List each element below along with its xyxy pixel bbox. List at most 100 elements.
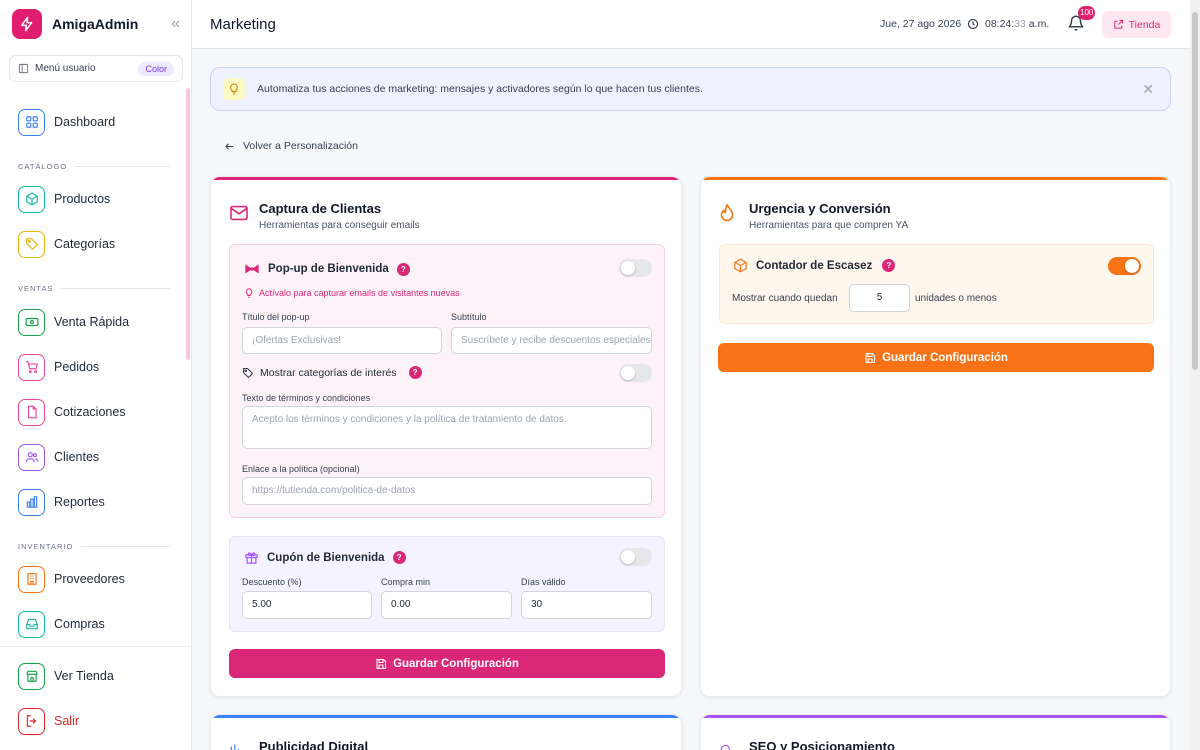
brand: AmigaAdmin « bbox=[12, 8, 180, 40]
days-valid-label: Días válido bbox=[521, 577, 566, 587]
sidebar-item-orders[interactable]: Pedidos bbox=[18, 353, 178, 381]
sidebar-item-reports[interactable]: Reportes bbox=[18, 488, 178, 516]
coupon-toggle[interactable] bbox=[619, 548, 652, 566]
sidebar-item-label: Categorías bbox=[54, 237, 116, 251]
card-subtitle: Herramientas para que compren YA bbox=[749, 220, 909, 231]
lightbulb-icon bbox=[245, 288, 253, 298]
back-link[interactable]: Volver a Personalización bbox=[224, 140, 358, 152]
color-badge[interactable]: Color bbox=[138, 61, 174, 76]
terms-textarea[interactable]: Acepto los términos y condiciones y la p… bbox=[242, 406, 652, 449]
sidebar-item-suppliers[interactable]: Proveedores bbox=[18, 565, 178, 593]
users-icon bbox=[18, 443, 45, 471]
card-title: Captura de Clientas bbox=[259, 201, 382, 216]
sidebar-item-products[interactable]: Productos bbox=[18, 185, 178, 213]
store-icon bbox=[18, 662, 45, 690]
sidebar-item-label: Pedidos bbox=[54, 360, 100, 374]
save-button-label: Guardar Configuración bbox=[393, 657, 519, 670]
mail-icon bbox=[230, 205, 248, 221]
sidebar-item-categories[interactable]: Categorías bbox=[18, 230, 178, 258]
sidebar-item-label: Clientes bbox=[54, 450, 100, 464]
seo-card: SEO y Posicionamiento bbox=[700, 714, 1171, 750]
categories-row: Mostrar categorías de interés ? bbox=[242, 366, 422, 379]
card-title: SEO y Posicionamiento bbox=[749, 739, 895, 750]
sidebar-item-label: Productos bbox=[54, 192, 111, 206]
box-icon bbox=[734, 258, 747, 273]
sidebar-item-label: Dashboard bbox=[54, 115, 116, 129]
show-when-label: Mostrar cuando quedan bbox=[732, 293, 838, 304]
sidebar-item-logout[interactable]: Salir bbox=[18, 707, 178, 735]
menu-user-button[interactable]: Menú usuario Color bbox=[9, 55, 183, 82]
popup-header: Pop-up de Bienvenida ? bbox=[244, 262, 410, 276]
menu-user-label: Menú usuario bbox=[35, 63, 96, 74]
gift-icon bbox=[245, 552, 258, 564]
clock-icon bbox=[967, 18, 979, 30]
scarcity-header: Contador de Escasez ? bbox=[733, 258, 896, 273]
bar-chart-icon bbox=[18, 488, 45, 516]
section-label-catalog: CATÁLOGO bbox=[18, 162, 170, 171]
popup-title-label: Título del pop-up bbox=[242, 312, 310, 322]
categories-label: Mostrar categorías de interés bbox=[260, 366, 397, 379]
days-valid-input[interactable]: 30 bbox=[521, 591, 652, 619]
store-button-label: Tienda bbox=[1128, 18, 1161, 31]
categories-toggle[interactable] bbox=[619, 364, 652, 382]
sidebar-item-purchases[interactable]: Compras bbox=[18, 610, 178, 638]
page-scrollbar[interactable] bbox=[1190, 0, 1200, 750]
bow-icon bbox=[245, 264, 259, 274]
discount-input[interactable]: 5.00 bbox=[242, 591, 372, 619]
help-icon[interactable]: ? bbox=[408, 366, 422, 379]
urgency-card: Urgencia y Conversión Herramientas para … bbox=[700, 176, 1171, 697]
popup-toggle[interactable] bbox=[619, 259, 652, 277]
grid-icon bbox=[18, 108, 45, 136]
double-chevron-left-icon[interactable]: « bbox=[171, 16, 180, 32]
sidebar-item-dashboard[interactable]: Dashboard bbox=[18, 108, 178, 136]
tag-icon bbox=[18, 230, 45, 258]
cash-icon bbox=[18, 308, 45, 336]
popup-title: Pop-up de Bienvenida bbox=[268, 263, 389, 275]
file-icon bbox=[18, 398, 45, 426]
sidebar-item-label: Reportes bbox=[54, 495, 105, 509]
box-icon bbox=[18, 185, 45, 213]
card-accent-line bbox=[211, 715, 681, 718]
sidebar-item-quick-sale[interactable]: Venta Rápida bbox=[18, 308, 178, 336]
notification-badge: 100 bbox=[1078, 6, 1096, 20]
policy-label: Enlace a la política (opcional) bbox=[242, 464, 360, 474]
arrow-left-icon bbox=[225, 142, 234, 150]
sidebar-item-label: Compras bbox=[54, 617, 105, 631]
time-display: 08:24:33 a.m. bbox=[985, 18, 1049, 30]
scrollbar-thumb[interactable] bbox=[1192, 12, 1198, 370]
back-link-label: Volver a Personalización bbox=[243, 140, 358, 152]
help-icon[interactable]: ? bbox=[882, 259, 896, 272]
sidebar-item-label: Cotizaciones bbox=[54, 405, 126, 419]
store-button[interactable]: Tienda bbox=[1102, 11, 1171, 38]
help-icon[interactable]: ? bbox=[396, 262, 410, 276]
close-icon[interactable]: ✕ bbox=[1142, 81, 1154, 98]
help-icon[interactable]: ? bbox=[392, 551, 406, 564]
scarcity-toggle[interactable] bbox=[1108, 257, 1141, 275]
sidebar-item-quotes[interactable]: Cotizaciones bbox=[18, 398, 178, 426]
popup-subtitle-input[interactable]: Suscríbete y recibe descuentos especiale… bbox=[451, 327, 652, 354]
sidebar-item-label: Proveedores bbox=[54, 572, 125, 586]
save-urgency-button[interactable]: Guardar Configuración bbox=[718, 343, 1154, 372]
save-button-label: Guardar Configuración bbox=[882, 351, 1008, 364]
toggle-knob bbox=[621, 366, 635, 380]
scarcity-panel: Contador de Escasez ? Mostrar cuando que… bbox=[719, 244, 1154, 324]
save-capture-button[interactable]: Guardar Configuración bbox=[229, 649, 665, 678]
popup-title-input[interactable]: ¡Ofertas Exclusivas! bbox=[242, 327, 442, 354]
time-suffix: a.m. bbox=[1025, 18, 1050, 30]
layout-icon bbox=[18, 63, 29, 74]
sidebar-item-view-store[interactable]: Ver Tienda bbox=[18, 662, 178, 690]
policy-input[interactable]: https://tutienda.com/politica-de-datos bbox=[242, 477, 652, 505]
popup-subtitle-label: Subtítulo bbox=[451, 312, 487, 322]
cart-icon bbox=[18, 353, 45, 381]
units-input[interactable]: 5 bbox=[849, 284, 910, 312]
brand-name: AmigaAdmin bbox=[52, 16, 139, 32]
popup-hint-text: Actívalo para capturar emails de visitan… bbox=[259, 288, 460, 298]
sidebar-item-clients[interactable]: Clientes bbox=[18, 443, 178, 471]
min-purchase-label: Compra min bbox=[381, 577, 431, 587]
coupon-title: Cupón de Bienvenida bbox=[267, 551, 385, 564]
card-accent-line bbox=[701, 715, 1170, 718]
save-icon bbox=[376, 658, 387, 669]
card-subtitle: Herramientas para conseguir emails bbox=[259, 220, 420, 231]
min-purchase-input[interactable]: 0.00 bbox=[381, 591, 512, 619]
coupon-panel: Cupón de Bienvenida ? Descuento (%) 5.00… bbox=[229, 536, 665, 632]
